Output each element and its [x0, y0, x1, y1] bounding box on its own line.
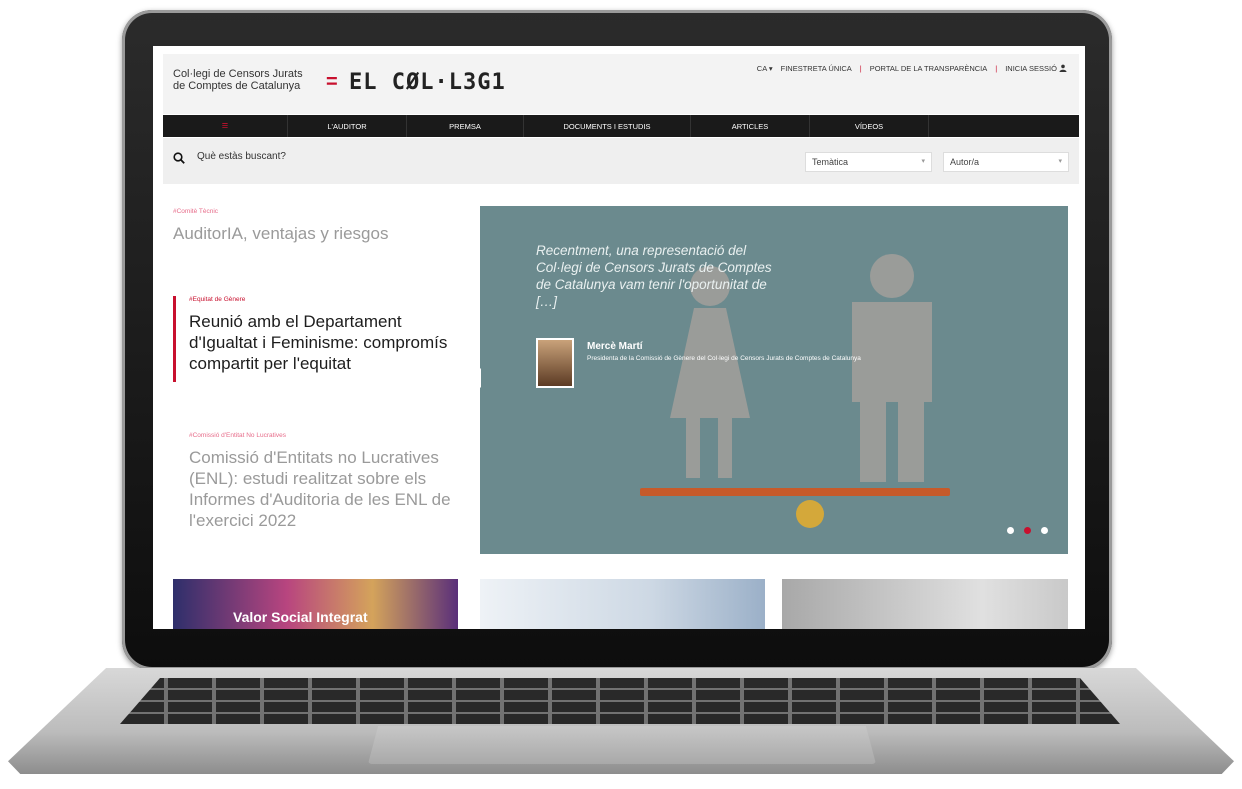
menu-icon[interactable]: ≡ — [163, 115, 288, 137]
nav-item-premsa[interactable]: PREMSA — [407, 115, 524, 137]
article-title[interactable]: AuditorIA, ventajas y riesgos — [173, 223, 463, 244]
link-finestreta[interactable]: FINESTRETA ÚNICA — [781, 64, 852, 73]
hero-quote[interactable]: Recentment, una representació del Col·le… — [536, 242, 788, 310]
avatar — [536, 338, 574, 388]
site-logo[interactable]: EL CØL·L3G1 — [349, 70, 506, 95]
card-valor-social[interactable]: Valor Social Integrat — [173, 579, 458, 629]
article-title[interactable]: Comissió d'Entitats no Lucratives (ENL):… — [189, 447, 463, 531]
ball-icon — [796, 500, 824, 528]
search-icon[interactable] — [173, 152, 185, 164]
woman-figure-leg — [686, 418, 700, 478]
nav-item-videos[interactable]: VÍDEOS — [810, 115, 929, 137]
man-figure-body — [852, 302, 932, 402]
tematica-select[interactable]: Temàtica ▾ — [805, 152, 932, 172]
logo-equals-icon: = — [326, 71, 338, 93]
slider-dots — [1007, 527, 1048, 534]
man-figure-leg — [898, 402, 924, 482]
hero-slider[interactable]: Recentment, una representació del Col·le… — [480, 206, 1068, 554]
org-name[interactable]: Col·legi de Censors Jurats de Comptes de… — [173, 68, 303, 92]
laptop-keyboard — [120, 678, 1120, 724]
login-label: INICIA SESSIÓ — [1005, 64, 1057, 73]
user-icon — [1059, 64, 1067, 72]
author-title: Presidenta de la Comissió de Gènere del … — [587, 355, 861, 362]
article-tag[interactable]: #Equitat de Gènere — [189, 296, 463, 303]
slider-dot-1[interactable] — [1007, 527, 1014, 534]
author-name[interactable]: Mercè Martí — [587, 341, 643, 352]
slider-dot-3[interactable] — [1041, 527, 1048, 534]
tematica-value: Temàtica — [812, 157, 849, 167]
woman-figure-leg — [718, 418, 732, 478]
chevron-down-icon: ▾ — [1058, 158, 1062, 165]
nav-item-documents[interactable]: DOCUMENTS I ESTUDIS — [524, 115, 691, 137]
hero-pointer-icon — [471, 368, 481, 388]
card-2[interactable] — [480, 579, 765, 629]
link-transparencia[interactable]: PORTAL DE LA TRANSPARÈNCIA — [870, 64, 988, 73]
org-name-line1: Col·legi de Censors Jurats — [173, 68, 303, 80]
laptop-trackpad — [368, 726, 876, 764]
search-bar: Temàtica ▾ Autor/a ▾ — [163, 138, 1079, 184]
search-field-area — [163, 138, 621, 184]
chevron-down-icon: ▾ — [921, 158, 925, 165]
slider-dot-2[interactable] — [1024, 527, 1031, 534]
nav-item-auditor[interactable]: L'AUDITOR — [288, 115, 407, 137]
list-item[interactable]: #Comitè Tècnic AuditorIA, ventajas y rie… — [173, 208, 463, 244]
article-tag[interactable]: #Comissió d'Entitat No Lucratives — [189, 432, 463, 439]
article-tag[interactable]: #Comitè Tècnic — [173, 208, 463, 215]
language-selector[interactable]: CA ▾ — [757, 64, 773, 73]
man-figure-icon — [870, 254, 914, 298]
site-header: Col·legi de Censors Jurats de Comptes de… — [163, 54, 1079, 114]
autor-value: Autor/a — [950, 157, 980, 167]
autor-select[interactable]: Autor/a ▾ — [943, 152, 1069, 172]
separator: | — [859, 64, 862, 73]
link-login[interactable]: INICIA SESSIÓ — [1005, 64, 1067, 73]
pencil-icon — [640, 488, 950, 496]
top-links: CA ▾ FINESTRETA ÚNICA | PORTAL DE LA TRA… — [757, 64, 1067, 73]
woman-figure-dress — [670, 308, 750, 418]
article-title[interactable]: Reunió amb el Departament d'Igualtat i F… — [189, 311, 463, 374]
separator: | — [995, 64, 998, 73]
card-3[interactable] — [782, 579, 1068, 629]
active-indicator — [173, 296, 176, 382]
search-input[interactable] — [195, 150, 499, 163]
nav-item-articles[interactable]: ARTICLES — [691, 115, 810, 137]
org-name-line2: de Comptes de Catalunya — [173, 80, 301, 92]
card-label: Valor Social Integrat — [233, 609, 368, 625]
list-item-active[interactable]: #Equitat de Gènere Reunió amb el Departa… — [173, 296, 463, 382]
browser-screen: Col·legi de Censors Jurats de Comptes de… — [153, 46, 1085, 629]
list-item[interactable]: #Comissió d'Entitat No Lucratives Comiss… — [173, 432, 463, 531]
man-figure-leg — [860, 402, 886, 482]
main-nav: ≡ L'AUDITOR PREMSA DOCUMENTS I ESTUDIS A… — [163, 115, 1079, 137]
